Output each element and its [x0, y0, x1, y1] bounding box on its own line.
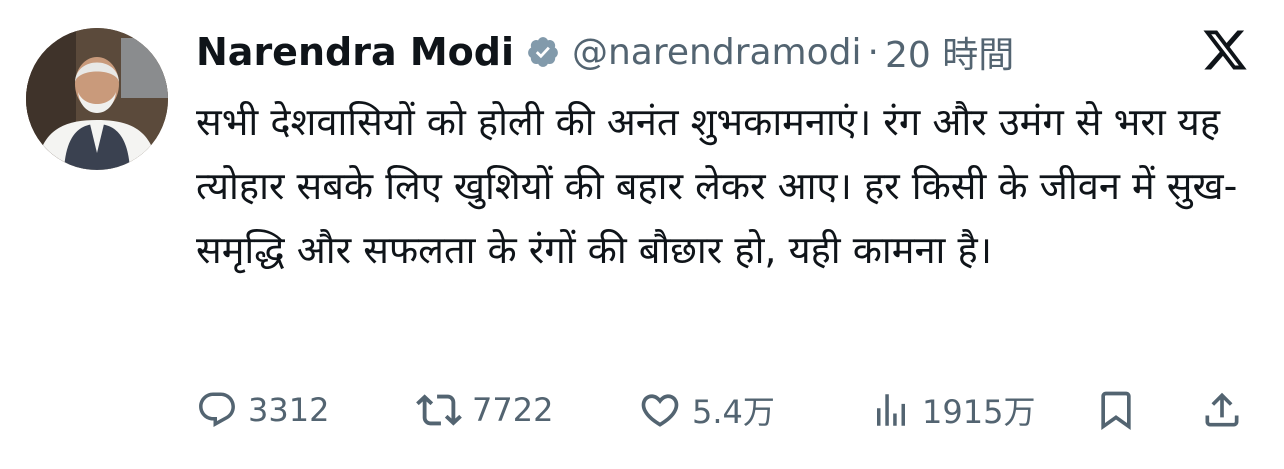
views-button[interactable]: 1915万: [870, 385, 1035, 435]
repost-count: 7722: [472, 391, 554, 429]
separator-dot: ·: [867, 31, 879, 73]
author-handle[interactable]: @narendramodi: [572, 32, 862, 73]
like-count: 5.4万: [692, 393, 775, 431]
reply-count: 3312: [248, 391, 330, 429]
views-count: 1915万: [922, 393, 1036, 431]
reply-icon: [199, 392, 235, 427]
repost-icon: [416, 394, 462, 426]
share-icon: [1205, 392, 1239, 427]
timestamp[interactable]: 20 時間: [885, 26, 1014, 78]
bookmark-icon: [1101, 391, 1131, 431]
like-button[interactable]: 5.4万: [638, 385, 775, 435]
x-logo-icon[interactable]: [1200, 26, 1250, 78]
verified-badge-icon[interactable]: [526, 35, 560, 69]
heart-icon: [641, 394, 679, 427]
share-button[interactable]: [1200, 385, 1244, 435]
action-bar: 3312 7722 5.4万 1915万: [196, 385, 1256, 435]
tweet-header: Narendra Modi @narendramodi · 20 時間: [196, 24, 1014, 80]
author-name[interactable]: Narendra Modi: [196, 30, 514, 74]
reply-button[interactable]: 3312: [196, 385, 329, 435]
bookmark-button[interactable]: [1094, 385, 1138, 435]
repost-button[interactable]: 7722: [416, 385, 553, 435]
avatar[interactable]: [26, 28, 168, 170]
views-icon: [877, 394, 905, 426]
tweet-text: सभी देशवासियों को होली की अनंत शुभकामनाए…: [196, 100, 1238, 272]
